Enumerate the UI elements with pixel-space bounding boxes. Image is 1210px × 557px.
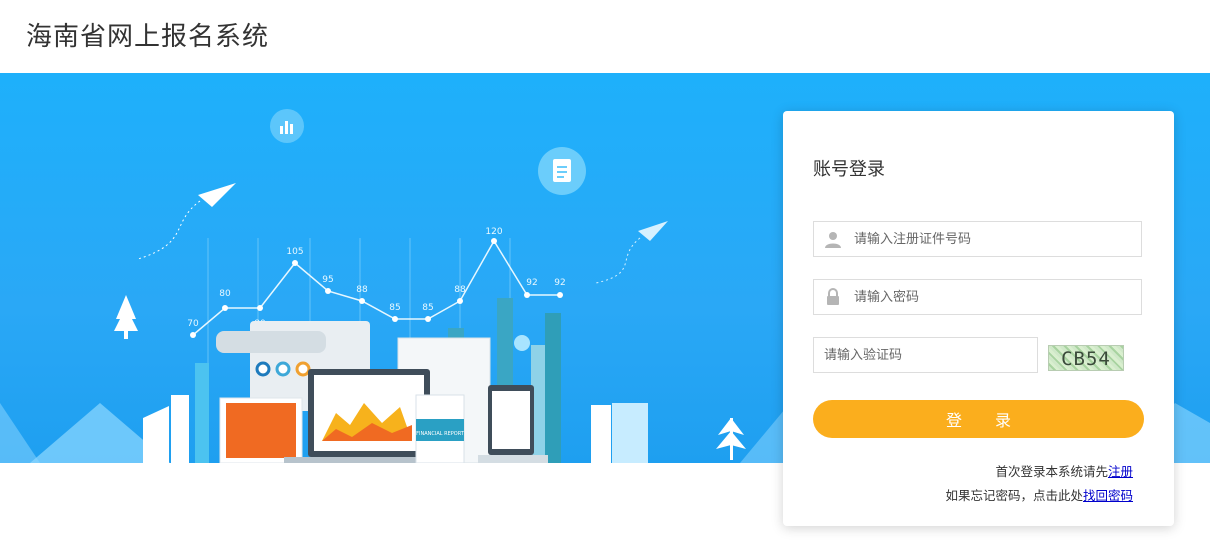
report-label: FINANCIAL REPORT bbox=[416, 431, 465, 437]
building-shape bbox=[591, 403, 648, 463]
captcha-image[interactable]: CB54 bbox=[1048, 345, 1124, 371]
forgot-password-link[interactable]: 找回密码 bbox=[1083, 488, 1133, 503]
forgot-password-hint: 如果忘记密码，点击此处找回密码 bbox=[945, 485, 1133, 504]
chart-value-label: 70 bbox=[187, 319, 199, 329]
chart-value-label: 120 bbox=[485, 227, 502, 237]
chart-value-label: 80 bbox=[219, 289, 231, 299]
chart-value-label: 88 bbox=[454, 285, 466, 295]
id-number-field bbox=[813, 221, 1142, 257]
captcha-input[interactable] bbox=[824, 338, 1029, 372]
captcha-field bbox=[813, 337, 1038, 373]
bar-building bbox=[545, 313, 561, 463]
chart-value-label: 85 bbox=[389, 303, 400, 313]
leaf-icon bbox=[716, 418, 746, 460]
chart-value-label: 95 bbox=[322, 275, 333, 285]
chart-value-label: 88 bbox=[356, 285, 368, 295]
sun-circle bbox=[514, 335, 530, 351]
building-shape bbox=[143, 395, 189, 463]
site-title: 海南省网上报名系统 bbox=[26, 22, 270, 52]
password-input[interactable] bbox=[854, 280, 1134, 314]
register-hint: 首次登录本系统请先注册 bbox=[995, 461, 1133, 480]
forgot-password-hint-text: 如果忘记密码，点击此处 bbox=[945, 488, 1083, 503]
paper-plane-icon bbox=[638, 221, 668, 241]
login-button[interactable]: 登 录 bbox=[813, 400, 1144, 438]
bar-building bbox=[195, 363, 209, 463]
login-panel: 账号登录 CB54 登 录 首次登录本系统请先注册 如果忘记密码，点击此处找回密… bbox=[783, 111, 1174, 526]
user-icon bbox=[825, 232, 841, 248]
tree-icon bbox=[114, 295, 138, 339]
chart-value-label: 92 bbox=[554, 278, 565, 288]
register-hint-text: 首次登录本系统请先 bbox=[995, 464, 1108, 479]
login-title: 账号登录 bbox=[813, 159, 885, 180]
lock-icon bbox=[827, 288, 839, 305]
id-number-input[interactable] bbox=[854, 222, 1134, 256]
chart-value-label: 105 bbox=[286, 247, 303, 257]
mountain-shape bbox=[0, 403, 40, 463]
paper-plane-icon bbox=[198, 183, 236, 207]
password-field bbox=[813, 279, 1142, 315]
chart-value-label: 85 bbox=[422, 303, 433, 313]
register-link[interactable]: 注册 bbox=[1108, 464, 1133, 479]
chart-value-label: 92 bbox=[526, 278, 537, 288]
header: 海南省网上报名系统 bbox=[0, 0, 1210, 73]
